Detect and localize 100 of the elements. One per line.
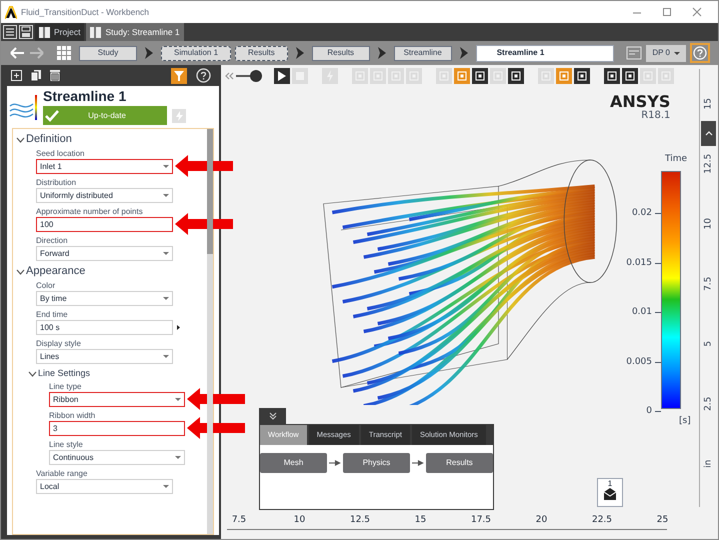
maximize-icon[interactable] <box>662 7 672 17</box>
chevron-up-icon <box>704 130 712 137</box>
pointer-arrow <box>175 155 233 177</box>
add-icon[interactable] <box>11 70 22 81</box>
breadcrumb[interactable]: Streamline 1 <box>476 44 614 62</box>
ruler-label: 15 <box>414 514 428 527</box>
view-tool-icon[interactable] <box>604 68 620 84</box>
legend-tick-label: 0.005 <box>626 356 652 366</box>
envelope-icon <box>604 488 616 500</box>
ruler-label: 10 <box>702 217 714 232</box>
caret-icon <box>163 297 169 300</box>
caret-icon <box>175 456 181 459</box>
grid-icon[interactable] <box>57 46 71 60</box>
dropdown[interactable]: Inlet 1 <box>36 159 173 174</box>
view-tool-icon[interactable] <box>508 68 524 84</box>
dropdown[interactable]: Local <box>36 479 173 494</box>
tab[interactable]: Project <box>35 23 84 41</box>
ruler-label: in <box>702 458 714 470</box>
workflow-step[interactable]: Results <box>426 453 494 473</box>
chevron-down-icon[interactable] <box>16 268 25 276</box>
save-icon[interactable] <box>19 25 33 39</box>
field-label: Ribbon width <box>49 411 96 421</box>
text-field[interactable]: 100 <box>36 217 173 232</box>
dropdown[interactable]: Continuous <box>49 450 185 465</box>
workflow-step[interactable]: Mesh <box>260 453 328 473</box>
window-title: Fluid_TransitionDuct - Workbench <box>21 6 150 18</box>
slider-thumb[interactable] <box>250 70 262 82</box>
ruler-label: 7.5 <box>230 514 248 527</box>
dropdown[interactable]: Forward <box>36 246 173 261</box>
pointer-arrow <box>187 417 245 439</box>
scrollbar-thumb[interactable] <box>207 129 213 254</box>
ruler-label: 15 <box>702 97 714 112</box>
filter-icon <box>174 70 184 80</box>
breadcrumb[interactable]: Results <box>312 46 370 60</box>
copy-icon[interactable] <box>31 70 41 81</box>
filter-button[interactable] <box>171 68 187 84</box>
view-tool-icon[interactable] <box>622 68 638 84</box>
breadcrumb[interactable]: Simulation 1 <box>161 46 232 60</box>
table-edit-icon[interactable] <box>626 45 642 61</box>
ruler-label: 17.5 <box>470 514 492 527</box>
field-label: Variable range <box>36 469 88 479</box>
collapse-tab[interactable] <box>701 121 716 146</box>
dropdown[interactable]: Uniformly distributed <box>36 188 173 203</box>
caret-icon <box>163 355 169 358</box>
field-label: Approximate number of points <box>36 207 144 217</box>
text-field[interactable]: 3 <box>49 421 185 436</box>
forward-arrow-icon[interactable] <box>29 45 45 61</box>
field-label: End time <box>36 310 69 320</box>
text-field[interactable]: 100 s <box>36 320 173 335</box>
menu-arrow-icon[interactable] <box>177 325 180 330</box>
pointer-arrow <box>187 388 245 410</box>
dropdown[interactable]: Ribbon <box>49 392 185 407</box>
ruler-label: 25 <box>656 514 670 527</box>
arrow-icon <box>412 459 424 467</box>
collapse-button[interactable] <box>259 408 286 424</box>
caret-icon <box>674 52 680 54</box>
collapse-icon[interactable] <box>225 71 234 81</box>
design-point-dropdown[interactable]: DP 0 <box>646 44 686 62</box>
playback-slider[interactable] <box>236 69 262 83</box>
view-tool-icon[interactable] <box>472 68 488 84</box>
version-label: R18.1 <box>641 110 670 121</box>
group-heading: Line Settings <box>38 368 90 379</box>
chevron-down-icon[interactable] <box>28 370 37 378</box>
help-icon <box>693 46 707 60</box>
delete-icon[interactable] <box>50 70 60 81</box>
dropdown[interactable]: Lines <box>36 349 173 364</box>
streamline-icon <box>9 92 39 122</box>
play-icon[interactable] <box>274 68 290 84</box>
notification-button[interactable]: 1 <box>597 478 623 507</box>
chevron-down-icon[interactable] <box>16 136 25 144</box>
caret-icon <box>163 165 169 168</box>
menu-icon[interactable] <box>3 25 17 39</box>
legend-tick-label: 0.01 <box>632 307 652 317</box>
caret-icon <box>163 194 169 197</box>
field-label: Line style <box>49 440 84 450</box>
dropdown[interactable]: By time <box>36 291 173 306</box>
field-label: Line type <box>49 382 82 392</box>
legend-title: Time <box>665 153 688 166</box>
scrollbar-track[interactable] <box>207 129 213 534</box>
breadcrumb[interactable]: Results <box>235 46 288 60</box>
breadcrumb[interactable]: Study <box>79 46 137 60</box>
help-icon[interactable] <box>196 68 211 83</box>
legend-tick-label: 0 <box>646 406 652 416</box>
back-arrow-icon[interactable] <box>9 45 25 61</box>
close-icon[interactable] <box>692 7 702 17</box>
breadcrumb[interactable]: Streamline <box>394 46 452 60</box>
caret-icon <box>163 485 169 488</box>
field-label: Direction <box>36 236 69 246</box>
help-button[interactable] <box>690 43 710 63</box>
field-label: Seed location <box>36 149 86 159</box>
section-heading: Definition <box>26 133 72 146</box>
panel-title: Streamline 1 <box>43 88 128 104</box>
arrow-icon <box>329 459 341 467</box>
ruler-label: 12.5 <box>702 152 714 176</box>
workflow-step[interactable]: Physics <box>342 453 410 473</box>
app-logo-icon <box>5 6 17 18</box>
tab[interactable]: Study: Streamline 1 <box>86 23 184 41</box>
view-tool-icon[interactable] <box>574 68 590 84</box>
field-label: Distribution <box>36 178 78 188</box>
check-icon <box>45 109 59 122</box>
